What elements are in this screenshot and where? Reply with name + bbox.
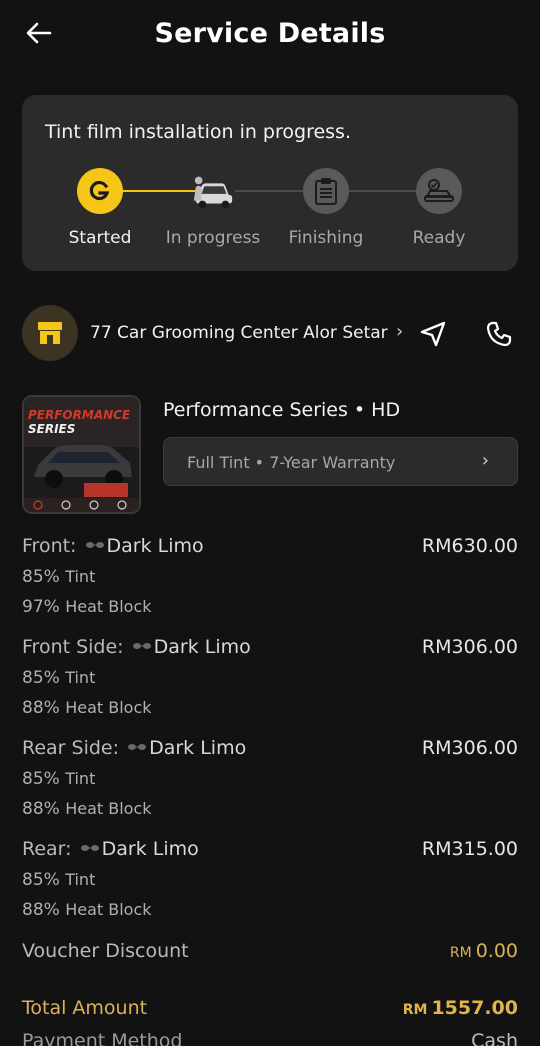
sunglasses-icon [85,542,104,548]
chevron-right-icon: › [481,450,489,471]
item-tint: 85% Tint [22,769,95,789]
line-item-front: Front: Dark Limo RM630.00 85% Tint 97% H… [22,535,518,630]
voucher-row: Voucher Discount RM 0.00 [22,940,518,964]
shop-name[interactable]: 77 Car Grooming Center Alor Setar [90,323,388,343]
item-film: Dark Limo [101,838,199,860]
tint-label: Tint [65,870,96,889]
chevron-right-icon[interactable]: › [396,321,403,342]
item-heat: 97% Heat Block [22,597,152,617]
heat-label: Heat Block [65,900,152,919]
storefront-icon [38,322,62,344]
heat-label: Heat Block [65,597,152,616]
item-tint: 85% Tint [22,668,95,688]
step-label: Ready [412,228,466,248]
payment-row: Payment Method Cash [22,1030,518,1046]
tint-value: 85% [22,769,60,789]
line-item-front-side: Front Side: Dark Limo RM306.00 85% Tint … [22,636,518,731]
item-position: Front Side: [22,636,124,658]
line-item-rear-side: Rear Side: Dark Limo RM306.00 85% Tint 8… [22,737,518,832]
item-heading: Front: Dark Limo [22,535,204,557]
heat-label: Heat Block [65,799,152,818]
sunglasses-icon [132,643,151,649]
voucher-amount: RM 0.00 [450,940,518,962]
shop-row: 77 Car Grooming Center Alor Setar › [22,305,518,361]
tint-value: 85% [22,668,60,688]
item-price: RM315.00 [421,838,518,860]
item-heading: Rear Side: Dark Limo [22,737,246,759]
item-film: Dark Limo [106,535,204,557]
navigate-button[interactable] [416,317,450,351]
phone-icon [486,321,512,347]
tint-value: 85% [22,567,60,587]
heat-value: 88% [22,698,60,718]
item-heat: 88% Heat Block [22,698,152,718]
item-heat: 88% Heat Block [22,799,152,819]
call-button[interactable] [482,317,516,351]
step-finishing: Finishing [266,168,386,248]
car-installer-icon [190,168,236,214]
total-amount: RM 1557.00 [403,997,518,1019]
total-row: Total Amount RM 1557.00 [22,997,518,1021]
item-film: Dark Limo [149,737,247,759]
step-in-progress: In progress [153,168,273,248]
sunglasses-icon [80,845,99,851]
step-label: In progress [165,228,261,248]
currency-label: RM [402,1002,428,1018]
payment-value: Cash [471,1030,518,1046]
g-logo-icon [77,168,123,214]
item-price: RM630.00 [421,535,518,557]
item-heat: 88% Heat Block [22,900,152,920]
shop-avatar[interactable] [22,305,78,361]
currency-label: RM [449,945,472,961]
page-title: Service Details [154,18,386,49]
navigation-arrow-icon [420,321,446,347]
heat-label: Heat Block [65,698,152,717]
step-label: Finishing [288,228,364,248]
product-image[interactable]: PERFORMANCE SERIES [22,395,141,514]
package-option-button[interactable]: Full Tint • 7-Year Warranty › [163,437,518,486]
progress-message: Tint film installation in progress. [45,121,351,143]
item-position: Rear Side: [22,737,120,759]
voucher-label: Voucher Discount [22,940,189,962]
sunglasses-icon [128,744,147,750]
line-item-rear: Rear: Dark Limo RM315.00 85% Tint 88% He… [22,838,518,933]
step-ready: Ready [379,168,499,248]
item-price: RM306.00 [421,636,518,658]
total-value: 1557.00 [431,997,518,1019]
heat-value: 88% [22,799,60,819]
item-film: Dark Limo [153,636,251,658]
car-check-icon [416,168,462,214]
item-tint: 85% Tint [22,567,95,587]
total-label: Total Amount [22,997,148,1019]
step-started: Started [40,168,160,248]
voucher-value: 0.00 [475,940,518,962]
item-heading: Front Side: Dark Limo [22,636,251,658]
tint-value: 85% [22,870,60,890]
item-tint: 85% Tint [22,870,95,890]
app-header: Service Details [0,0,540,70]
clipboard-icon [303,168,349,214]
heat-value: 97% [22,597,60,617]
tint-label: Tint [65,769,96,788]
heat-value: 88% [22,900,60,920]
product-image-title: PERFORMANCE [28,408,131,422]
product-image-subtitle: SERIES [28,422,75,436]
tint-label: Tint [65,668,96,687]
item-price: RM306.00 [421,737,518,759]
item-position: Front: [22,535,77,557]
payment-label: Payment Method [22,1030,183,1046]
progress-card: Tint film installation in progress. Star… [22,95,518,271]
package-option-label: Full Tint • 7-Year Warranty [187,453,396,472]
step-label: Started [68,228,132,248]
item-heading: Rear: Dark Limo [22,838,199,860]
tint-label: Tint [65,567,96,586]
item-position: Rear: [22,838,72,860]
product-name: Performance Series • HD [163,399,401,421]
